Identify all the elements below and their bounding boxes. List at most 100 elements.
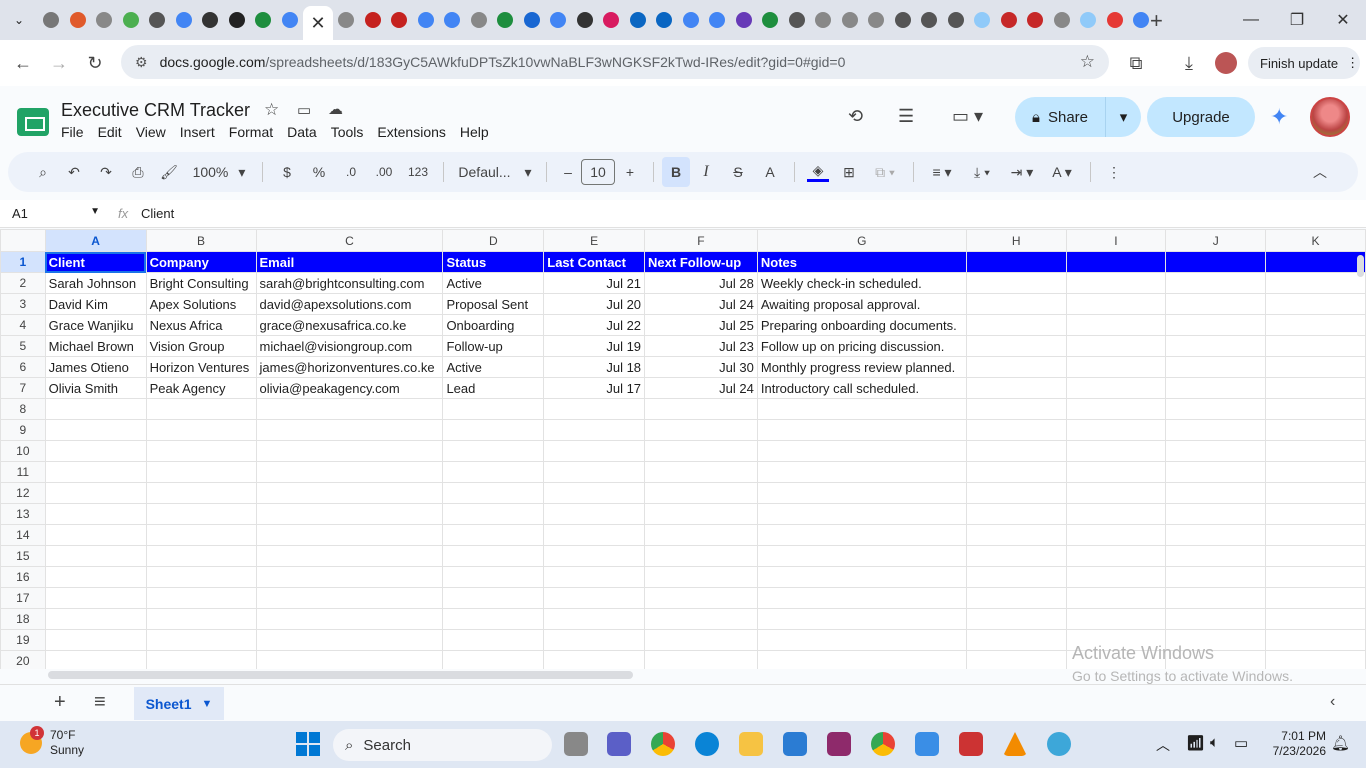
cell[interactable]: Apex Solutions bbox=[145, 293, 257, 315]
cell[interactable] bbox=[145, 503, 257, 525]
cell[interactable] bbox=[756, 398, 967, 420]
cell[interactable] bbox=[1165, 314, 1267, 336]
cell[interactable] bbox=[1165, 482, 1267, 504]
browser-tab[interactable] bbox=[466, 0, 493, 40]
cell[interactable] bbox=[1065, 440, 1167, 462]
cell[interactable]: Client bbox=[44, 251, 147, 273]
cell[interactable]: Sarah Johnson bbox=[44, 272, 147, 294]
menu-insert[interactable]: Insert bbox=[180, 124, 215, 140]
cell[interactable] bbox=[255, 440, 444, 462]
browser-tab[interactable] bbox=[144, 0, 171, 40]
notifications-icon[interactable]: 🔔︎ bbox=[1331, 734, 1350, 752]
cell[interactable] bbox=[44, 608, 147, 630]
cell[interactable] bbox=[1165, 461, 1267, 483]
cell[interactable] bbox=[1165, 251, 1267, 273]
cell[interactable]: Jul 24 bbox=[644, 293, 758, 315]
cell[interactable] bbox=[543, 608, 646, 630]
cell[interactable] bbox=[442, 524, 545, 546]
cell[interactable] bbox=[543, 587, 646, 609]
browser-tab[interactable] bbox=[224, 0, 251, 40]
cell[interactable]: Jul 22 bbox=[543, 314, 646, 336]
menu-view[interactable]: View bbox=[136, 124, 166, 140]
cell[interactable] bbox=[442, 419, 545, 441]
cell[interactable]: Olivia Smith bbox=[44, 377, 147, 399]
collapse-menus-icon[interactable]: ︿ bbox=[1310, 157, 1330, 187]
chrome-icon[interactable] bbox=[651, 732, 675, 756]
cell[interactable] bbox=[543, 545, 646, 567]
percent-format-button[interactable]: % bbox=[303, 157, 335, 187]
cell[interactable]: Email bbox=[255, 251, 444, 273]
cell[interactable] bbox=[1065, 566, 1167, 588]
cell[interactable] bbox=[1265, 398, 1366, 420]
cell[interactable]: michael@visiongroup.com bbox=[255, 335, 444, 357]
browser-tab[interactable] bbox=[969, 0, 996, 40]
show-hidden-icons[interactable]: ︿ bbox=[1156, 735, 1170, 755]
cell[interactable] bbox=[1265, 503, 1366, 525]
cell[interactable] bbox=[644, 545, 758, 567]
paint-format-icon[interactable]: 🖌︎ bbox=[154, 157, 184, 187]
move-folder-icon[interactable]: ▭ bbox=[297, 101, 311, 119]
browser-tab[interactable] bbox=[757, 0, 784, 40]
cell[interactable]: Peak Agency bbox=[145, 377, 257, 399]
cell[interactable] bbox=[44, 461, 147, 483]
extensions-icon[interactable]: ⧉ bbox=[1121, 48, 1151, 78]
row-header[interactable]: 3 bbox=[0, 293, 46, 315]
cell[interactable]: Proposal Sent bbox=[442, 293, 545, 315]
cell[interactable]: Bright Consulting bbox=[145, 272, 257, 294]
back-button[interactable]: ← bbox=[8, 48, 38, 78]
cell[interactable]: Vision Group bbox=[145, 335, 257, 357]
browser-tab[interactable] bbox=[731, 0, 758, 40]
row-header[interactable]: 20 bbox=[0, 650, 46, 669]
cell[interactable] bbox=[965, 272, 1067, 294]
cell[interactable]: Onboarding bbox=[442, 314, 545, 336]
formula-input[interactable]: Client bbox=[141, 206, 174, 221]
cell[interactable]: Follow up on pricing discussion. bbox=[756, 335, 967, 357]
column-header-a[interactable]: A bbox=[44, 229, 147, 252]
cell[interactable] bbox=[1165, 377, 1267, 399]
cell[interactable]: Jul 19 bbox=[543, 335, 646, 357]
weather-widget[interactable]: 1 70°F Sunny bbox=[20, 726, 84, 758]
cell[interactable] bbox=[44, 587, 147, 609]
cell[interactable] bbox=[1265, 482, 1366, 504]
cell[interactable] bbox=[965, 440, 1067, 462]
close-tab-icon[interactable]: ✕ bbox=[310, 13, 325, 34]
cell[interactable] bbox=[644, 608, 758, 630]
vertical-scrollbar[interactable] bbox=[1357, 255, 1364, 277]
text-rotation-icon[interactable]: A ▾ bbox=[1042, 157, 1082, 187]
redo-icon[interactable]: ↷ bbox=[90, 157, 122, 187]
new-tab-button[interactable]: + bbox=[1150, 8, 1163, 34]
cell[interactable] bbox=[145, 398, 257, 420]
cell[interactable] bbox=[1165, 587, 1267, 609]
browser-tab[interactable] bbox=[572, 0, 599, 40]
cell[interactable] bbox=[145, 566, 257, 588]
cell[interactable]: Preparing onboarding documents. bbox=[756, 314, 967, 336]
browser-tab[interactable] bbox=[1022, 0, 1049, 40]
cell[interactable] bbox=[442, 398, 545, 420]
cell[interactable] bbox=[1065, 272, 1167, 294]
cell[interactable] bbox=[965, 524, 1067, 546]
cell[interactable] bbox=[965, 356, 1067, 378]
cell[interactable] bbox=[442, 461, 545, 483]
profile-avatar-icon[interactable] bbox=[1215, 52, 1237, 74]
teams-icon[interactable] bbox=[607, 732, 631, 756]
cell[interactable] bbox=[1265, 587, 1366, 609]
more-formats-button[interactable]: 123 bbox=[401, 157, 435, 187]
star-icon[interactable]: ☆ bbox=[264, 100, 279, 120]
decrease-decimal-button[interactable]: .0 bbox=[335, 157, 367, 187]
cell[interactable] bbox=[255, 545, 444, 567]
borders-icon[interactable]: ⊞ bbox=[833, 157, 865, 187]
cell[interactable] bbox=[1065, 335, 1167, 357]
cell[interactable] bbox=[756, 524, 967, 546]
cell[interactable] bbox=[1165, 419, 1267, 441]
cell[interactable] bbox=[1265, 440, 1366, 462]
site-info-icon[interactable]: ⚙ bbox=[135, 54, 148, 71]
cell[interactable] bbox=[145, 587, 257, 609]
cell[interactable] bbox=[44, 650, 147, 669]
menu-file[interactable]: File bbox=[61, 124, 84, 140]
cell[interactable] bbox=[644, 440, 758, 462]
file-explorer-icon[interactable] bbox=[739, 732, 763, 756]
cell[interactable]: Nexus Africa bbox=[145, 314, 257, 336]
cell[interactable] bbox=[1065, 293, 1167, 315]
cell[interactable] bbox=[965, 419, 1067, 441]
browser-tab[interactable] bbox=[837, 0, 864, 40]
